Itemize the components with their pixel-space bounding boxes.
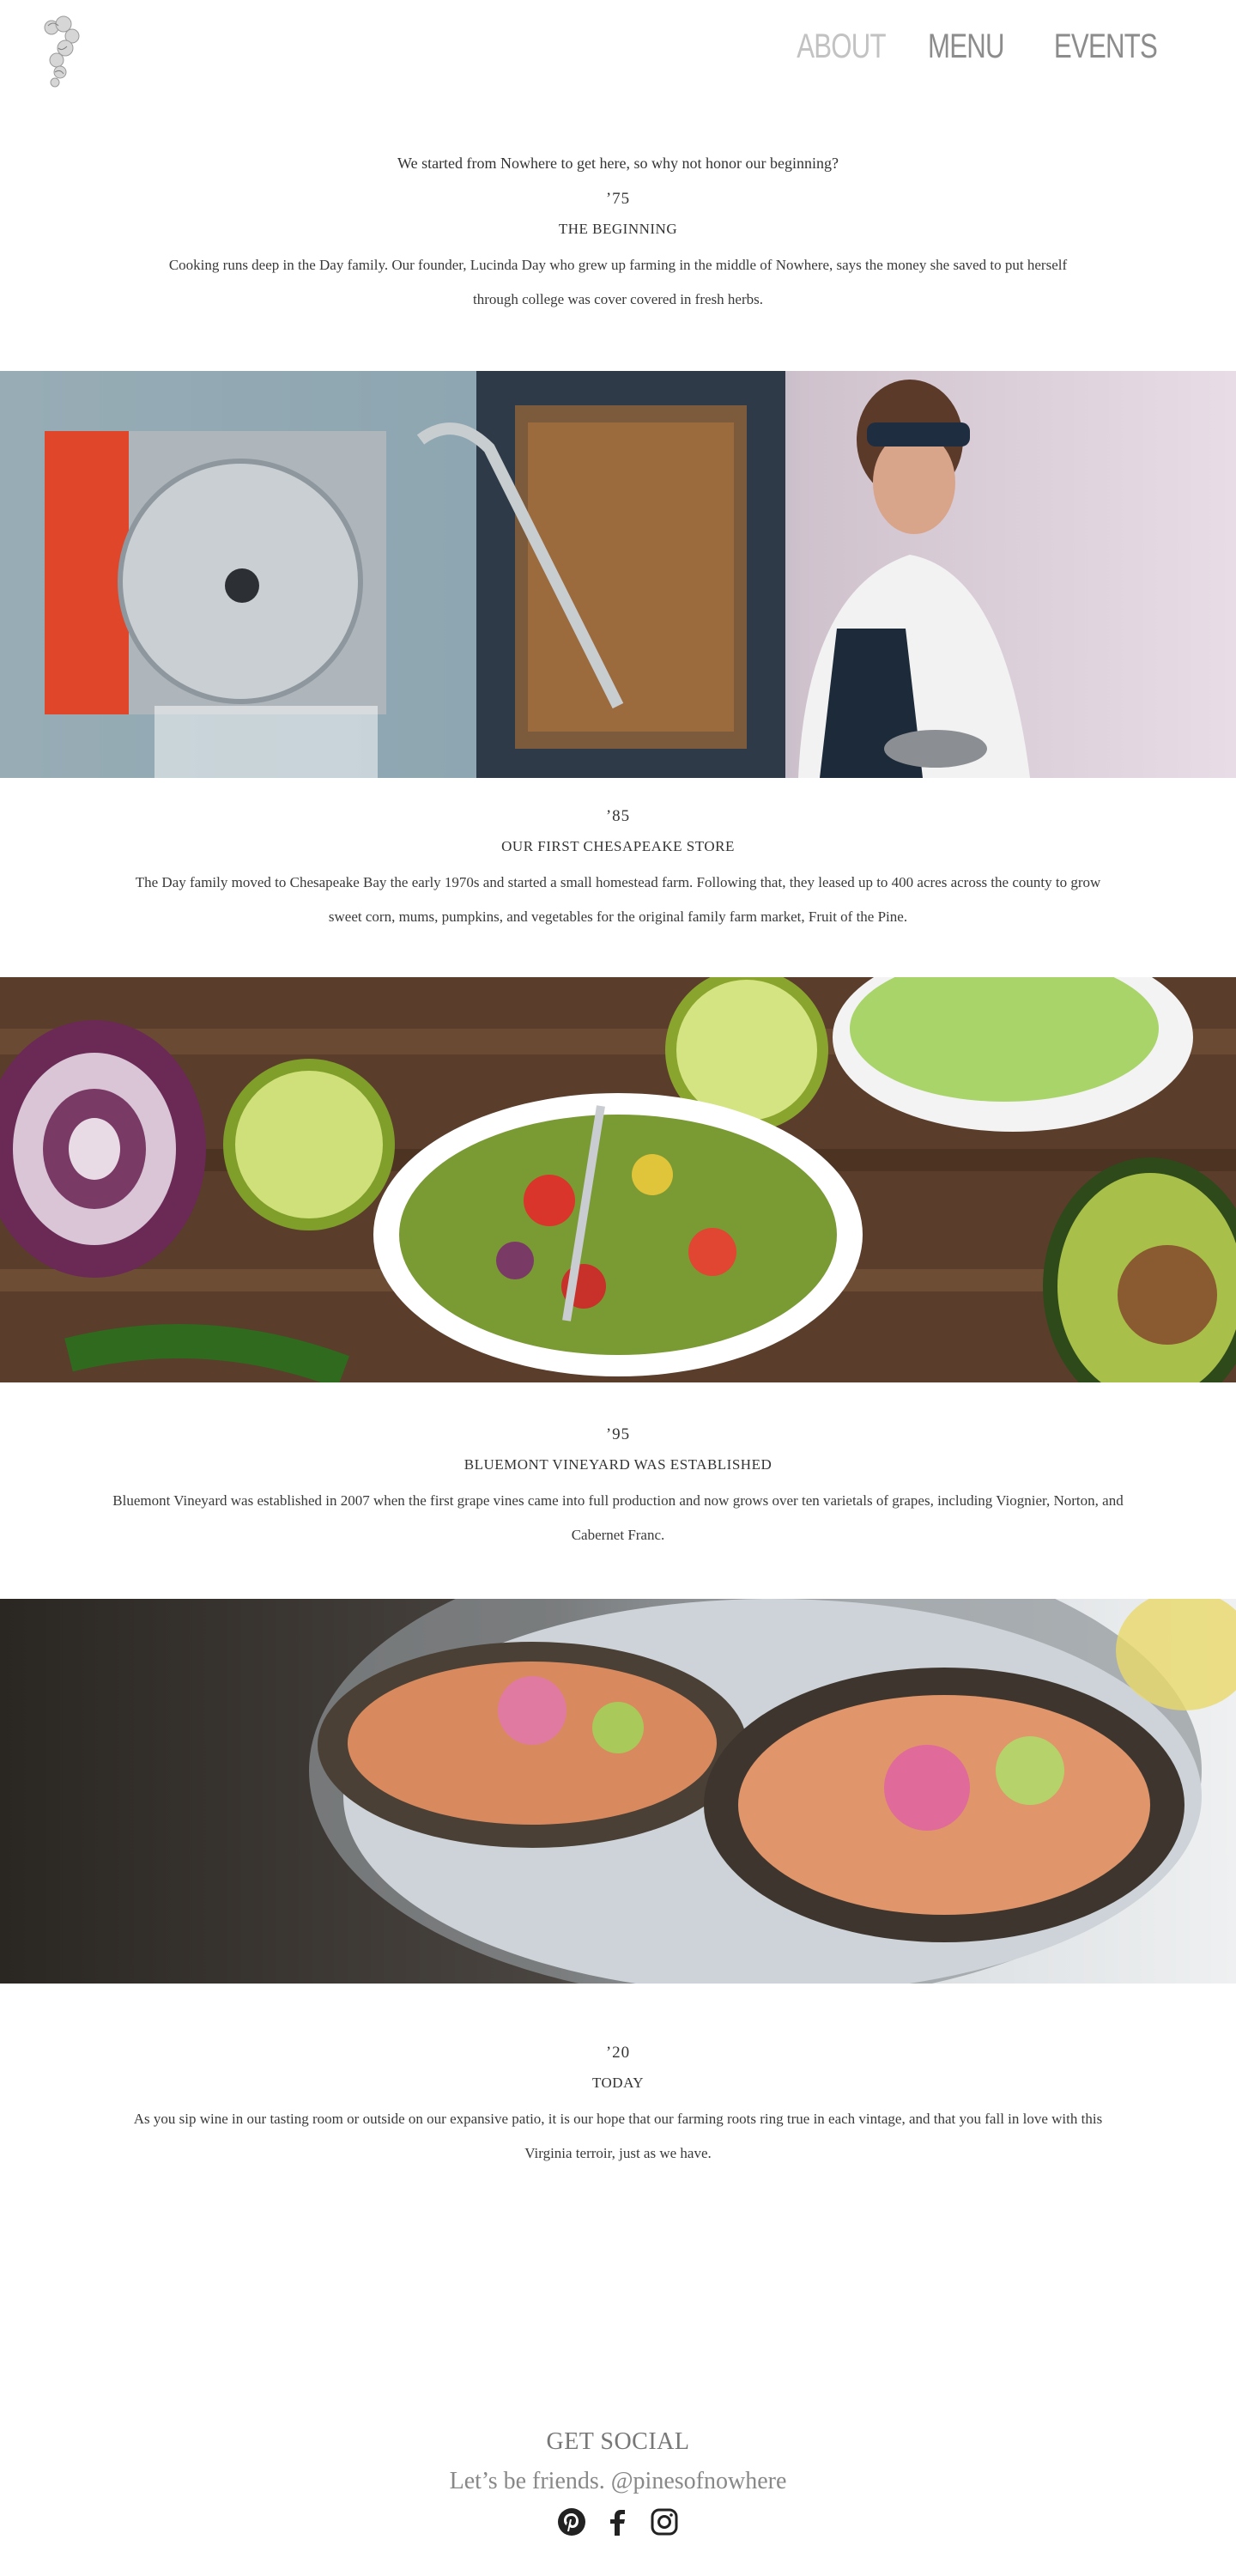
nav-events[interactable]: EVENTS bbox=[1054, 27, 1158, 66]
section-year: ’75 bbox=[605, 190, 631, 208]
social-icons bbox=[0, 2507, 1236, 2537]
nav-about[interactable]: ABOUT bbox=[797, 27, 887, 66]
kitchen-image bbox=[0, 371, 1236, 778]
section-heading: THE BEGINNING bbox=[558, 221, 678, 237]
section-text: The Day family moved to Chesapeake Bay t… bbox=[135, 874, 1101, 925]
section-year: ’85 bbox=[605, 807, 631, 825]
section-2: ’85 OUR FIRST CHESAPEAKE STORE The Day f… bbox=[0, 807, 1236, 934]
section-3: ’95 BLUEMONT VINEYARD WAS ESTABLISHED Bl… bbox=[0, 1425, 1236, 1552]
main-nav: ABOUT MENU EVENTS bbox=[772, 27, 1158, 66]
get-social-title: GET SOCIAL bbox=[546, 2428, 690, 2455]
intro-tagline: We started from Nowhere to get here, so … bbox=[397, 155, 839, 172]
section-4: ’20 TODAY As you sip wine in our tasting… bbox=[0, 2044, 1236, 2171]
facebook-icon[interactable] bbox=[603, 2507, 633, 2537]
logo[interactable] bbox=[33, 12, 88, 89]
section-heading: OUR FIRST CHESAPEAKE STORE bbox=[501, 838, 735, 854]
pinterest-icon[interactable] bbox=[557, 2507, 586, 2537]
section-1: We started from Nowhere to get here, so … bbox=[0, 155, 1236, 317]
oysters-image bbox=[0, 1599, 1236, 1984]
footer-social: GET SOCIAL Let’s be friends. @pinesofnow… bbox=[0, 2428, 1236, 2537]
section-text: Bluemont Vineyard was established in 200… bbox=[112, 1492, 1124, 1543]
section-heading: BLUEMONT VINEYARD WAS ESTABLISHED bbox=[464, 1456, 772, 1473]
section-text: As you sip wine in our tasting room or o… bbox=[133, 2111, 1103, 2161]
section-heading: TODAY bbox=[591, 2075, 645, 2091]
section-year: ’95 bbox=[605, 1425, 631, 1443]
salad-image bbox=[0, 977, 1236, 1382]
site-header: ABOUT MENU EVENTS bbox=[0, 0, 1236, 103]
section-text: Cooking runs deep in the Day family. Our… bbox=[168, 257, 1068, 307]
section-year: ’20 bbox=[605, 2044, 631, 2062]
instagram-icon[interactable] bbox=[650, 2507, 679, 2537]
social-handle: Let’s be friends. @pinesofnowhere bbox=[449, 2468, 787, 2494]
nav-menu[interactable]: MENU bbox=[928, 27, 1005, 66]
